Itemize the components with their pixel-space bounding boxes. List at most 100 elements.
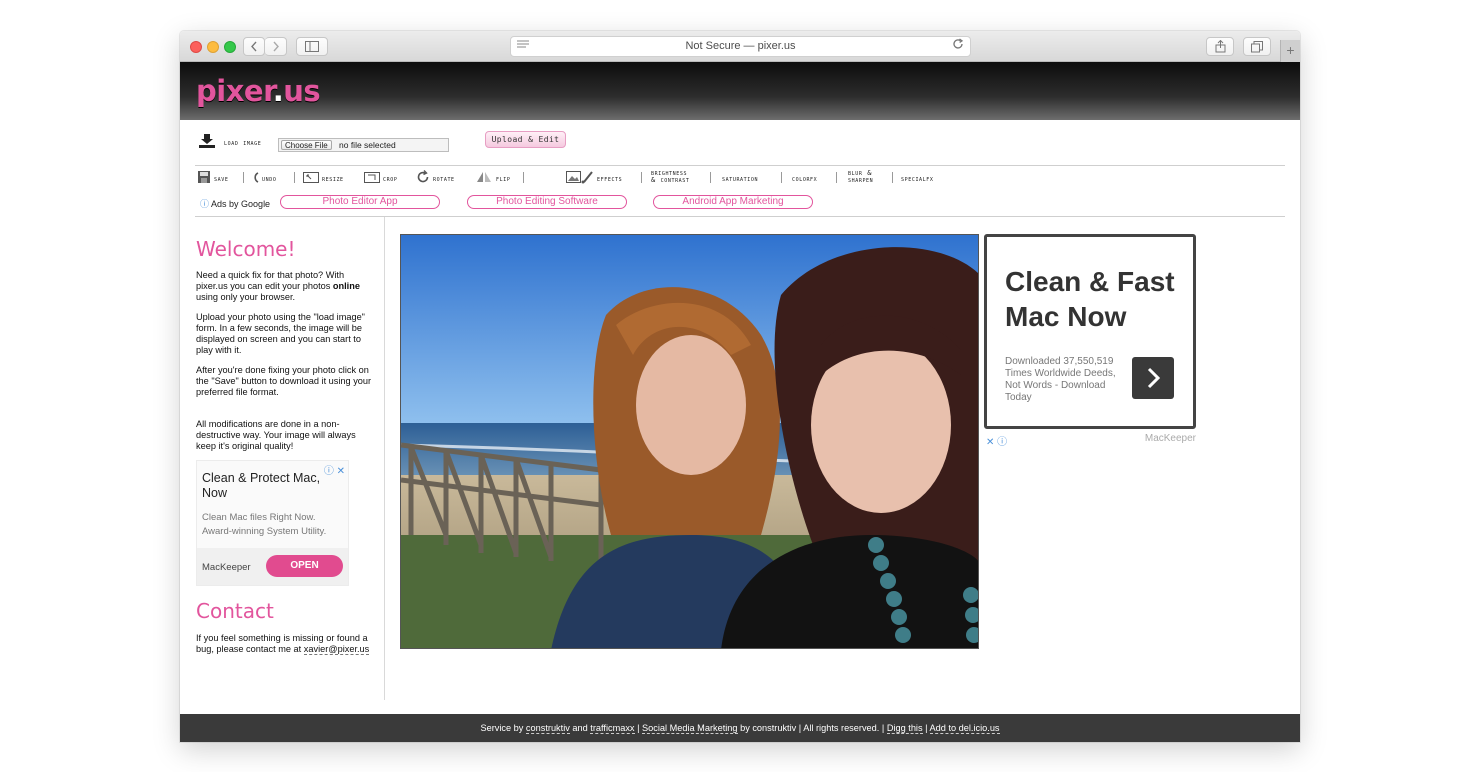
logo-text-main: pixer — [196, 74, 273, 108]
welcome-heading: Welcome! — [196, 237, 296, 261]
sidebar-ad-title[interactable]: Clean & Protect Mac, Now — [202, 471, 322, 501]
colorfx-tool[interactable]: colorfx — [792, 170, 832, 186]
toolbar-separator — [641, 172, 642, 183]
blur-sharpen-tool[interactable]: blur & sharpen — [848, 169, 888, 186]
file-input[interactable]: Choose File no file selected — [278, 138, 449, 152]
divider — [195, 165, 1285, 166]
footer-text: | — [922, 723, 930, 733]
contrast-label: & contrast — [651, 176, 690, 184]
logo-text-tail: us — [283, 74, 321, 108]
back-button[interactable] — [243, 37, 265, 56]
chevron-left-icon — [251, 41, 257, 52]
sidebar-ad[interactable]: ⓘ ✕ Clean & Protect Mac, Now Clean Mac f… — [196, 460, 349, 586]
right-ad-meta: ✕ ⓘ MacKeeper — [986, 433, 1196, 448]
toolbar-separator — [243, 172, 244, 183]
right-ad-headline[interactable]: Clean & Fast Mac Now — [1005, 264, 1190, 334]
sidebar-icon — [305, 41, 319, 52]
zoom-window-button[interactable] — [224, 41, 236, 53]
toolbar-separator — [523, 172, 524, 183]
rotate-tool[interactable]: rotate — [416, 170, 468, 186]
forward-button[interactable] — [265, 37, 287, 56]
undo-tool[interactable]: undo — [254, 170, 288, 186]
ad-link-photo-editing-software[interactable]: Photo Editing Software — [467, 195, 627, 209]
ad-link-android-app-marketing[interactable]: Android App Marketing — [653, 195, 813, 209]
crop-label: crop — [383, 175, 398, 183]
address-bar[interactable]: Not Secure — pixer.us — [510, 36, 971, 57]
browser-window: Not Secure — pixer.us + pixer.us load im… — [180, 31, 1300, 742]
info-icon: ⓘ — [200, 199, 210, 209]
photo-illustration — [401, 235, 978, 648]
site-logo[interactable]: pixer.us — [196, 74, 321, 108]
ads-row: ⓘ Ads by Google Photo Editor App Photo E… — [200, 194, 1290, 210]
sharpen-label: sharpen — [848, 176, 874, 184]
intro-paragraph: Need a quick fix for that photo? With pi… — [196, 270, 372, 303]
sidebar-ad-footer: MacKeeper OPEN — [197, 548, 348, 585]
colorfx-label: colorfx — [792, 175, 818, 183]
new-tab-button[interactable]: + — [1280, 40, 1300, 62]
editor-image[interactable] — [400, 234, 979, 649]
footer-text: | — [634, 723, 643, 733]
reload-icon[interactable] — [952, 38, 964, 53]
footer-link-digg[interactable]: Digg this — [886, 723, 923, 734]
load-image-label: load image — [224, 139, 262, 147]
saturation-label: saturation — [722, 175, 759, 183]
open-button[interactable]: OPEN — [266, 555, 343, 577]
contact-heading: Contact — [196, 599, 274, 623]
close-window-button[interactable] — [190, 41, 202, 53]
undo-label: undo — [262, 175, 277, 183]
specialfx-tool[interactable]: specialfx — [901, 170, 951, 186]
rotate-icon — [417, 170, 429, 183]
logo-text-dot: . — [272, 74, 284, 108]
resize-tool[interactable]: resize — [303, 170, 355, 186]
sidebar-right-ad[interactable]: Clean & Fast Mac Now Downloaded 37,550,5… — [984, 234, 1196, 429]
edit-toolbar: save undo resize crop rotate flip effect… — [198, 168, 1288, 188]
flip-tool[interactable]: flip — [476, 170, 516, 186]
right-ad-brand: MacKeeper — [1144, 433, 1196, 444]
intro-text-b: using only your browser. — [196, 292, 296, 302]
tabs-overview-button[interactable] — [1243, 37, 1271, 56]
right-ad-arrow-button[interactable] — [1132, 357, 1174, 399]
brightness-contrast-tool[interactable]: brightness & contrast — [651, 169, 709, 186]
resize-icon — [303, 172, 319, 183]
load-image-form: load image Choose File no file selected … — [198, 131, 1288, 157]
footer-link-social-media[interactable]: Social Media Marketing — [642, 723, 738, 734]
intro-text-bold: online — [332, 281, 360, 291]
flip-label: flip — [496, 175, 511, 183]
column-divider — [384, 217, 385, 700]
tabs-icon — [1251, 41, 1263, 53]
specialfx-label: specialfx — [901, 175, 934, 183]
save-tool[interactable]: save — [198, 170, 236, 186]
choose-file-button[interactable]: Choose File — [281, 140, 332, 150]
ad-choices-icon[interactable]: ✕ ⓘ — [986, 433, 1007, 448]
right-ad-description: Downloaded 37,550,519 Times Worldwide De… — [1005, 356, 1116, 403]
sidebar-ad-brand: MacKeeper — [202, 562, 251, 573]
footer-link-trafficmaxx[interactable]: trafficmaxx — [590, 723, 635, 734]
ads-by-google-label: Ads by Google — [211, 199, 271, 209]
ads-by-google[interactable]: ⓘ Ads by Google — [200, 197, 270, 210]
page: Not Secure — pixer.us + pixer.us load im… — [0, 0, 1480, 772]
minimize-window-button[interactable] — [207, 41, 219, 53]
contact-email-link[interactable]: xavier@pixer.us — [303, 644, 370, 655]
toolbar-separator — [710, 172, 711, 183]
ad-choices-icon[interactable]: ⓘ ✕ — [324, 462, 345, 477]
crop-tool[interactable]: crop — [364, 170, 408, 186]
browser-toolbar: Not Secure — pixer.us + — [180, 31, 1300, 62]
saturation-tool[interactable]: saturation — [722, 170, 778, 186]
upload-paragraph: Upload your photo using the "load image"… — [196, 312, 365, 355]
sidebar-toggle-button[interactable] — [296, 37, 328, 56]
footer-link-delicious[interactable]: Add to del.icio.us — [929, 723, 1000, 734]
address-text: Not Secure — pixer.us — [685, 40, 796, 52]
download-icon — [199, 134, 215, 148]
effects-tool[interactable]: effects — [566, 170, 634, 186]
ad-link-photo-editor-app[interactable]: Photo Editor App — [280, 195, 440, 209]
share-button[interactable] — [1206, 37, 1234, 56]
flip-icon — [477, 172, 491, 182]
footer-link-construktiv[interactable]: construktiv — [525, 723, 570, 734]
footer-text: and — [569, 723, 591, 733]
toolbar-separator — [294, 172, 295, 183]
save-label: save — [214, 175, 229, 183]
upload-edit-button[interactable]: Upload & Edit — [485, 131, 566, 148]
resize-label: resize — [322, 175, 344, 183]
chevron-right-icon — [1147, 367, 1161, 389]
toolbar-separator — [892, 172, 893, 183]
